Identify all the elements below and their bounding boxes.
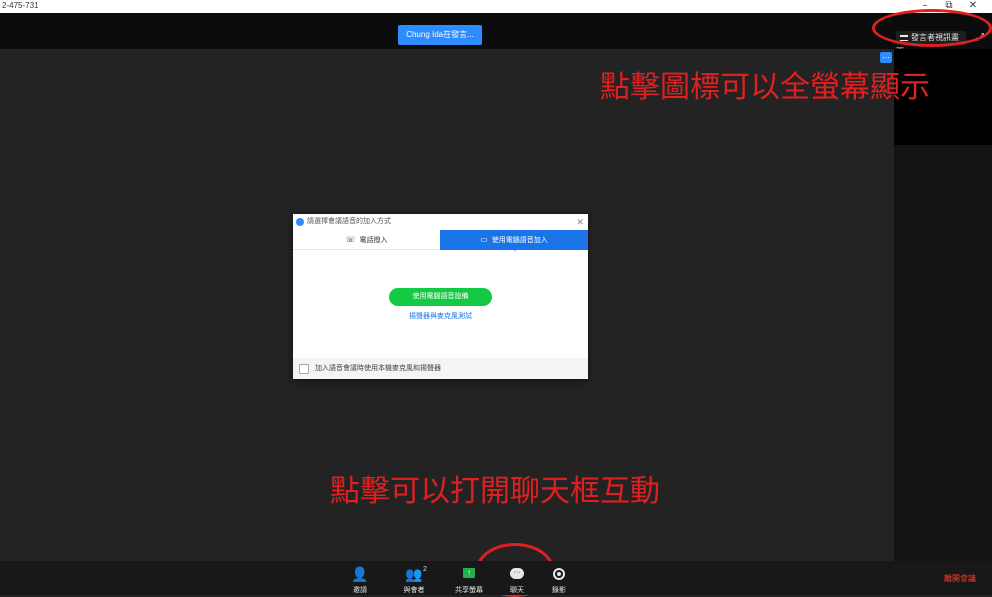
participant-count: 2 xyxy=(423,566,427,573)
chat-label: 聊天 xyxy=(510,587,524,594)
close-icon[interactable]: ✕ xyxy=(966,0,980,13)
invite-button[interactable]: 👤 邀請 xyxy=(343,561,377,595)
invite-label: 邀請 xyxy=(353,587,367,594)
share-screen-button[interactable]: ↑ 共享螢幕 xyxy=(452,561,486,595)
auto-join-audio-label: 加入語音會議時使用本機麥克風和揚聲器 xyxy=(315,365,441,372)
chat-icon: ··· xyxy=(510,568,524,579)
share-screen-icon: ↑ xyxy=(463,568,475,578)
dialog-close-icon[interactable]: ✕ xyxy=(576,214,584,230)
dialog-title: 請選擇會議語音的加入方式 xyxy=(307,218,391,225)
tab-phone-call[interactable]: ☏ 電話撥入 xyxy=(293,230,440,250)
leave-meeting-button[interactable]: 離開會議 xyxy=(944,573,976,584)
chat-hint-annotation: 點擊可以打開聊天框互動 xyxy=(330,474,660,509)
tab-computer-label: 使用電腦語音加入 xyxy=(491,237,548,244)
share-screen-label: 共享螢幕 xyxy=(455,587,483,594)
meeting-toolbar: 👤 邀請 👥 2 與會者 ↑ 共享螢幕 ··· 聊天 錄影 離開會議 xyxy=(0,561,992,595)
chat-button[interactable]: ··· 聊天 xyxy=(500,561,534,595)
participants-label: 與會者 xyxy=(403,587,425,594)
record-icon xyxy=(553,568,565,580)
tab-phone-label: 電話撥入 xyxy=(359,237,388,244)
join-computer-audio-button[interactable]: 使用電腦語音設備 xyxy=(389,288,492,306)
meeting-top-bar: Chung Ida在發言... 發言者視訊畫面 ⤢ xyxy=(0,13,992,56)
participants-button[interactable]: 👥 2 與會者 xyxy=(397,561,431,595)
dialog-footer: 加入語音會議時使用本機麥克風和揚聲器 xyxy=(293,358,588,379)
video-panel-lower xyxy=(894,145,992,561)
record-label: 錄影 xyxy=(552,587,566,594)
invite-icon: 👤 xyxy=(351,566,369,582)
test-speaker-mic-link[interactable]: 揚聲器與麥克風測試 xyxy=(293,311,588,321)
meeting-id: 2-475-731 xyxy=(2,1,39,10)
join-audio-dialog: 請選擇會議語音的加入方式 ✕ ☏ 電話撥入 ▭ 使用電腦語音加入 使用電腦語音設備 … xyxy=(293,214,588,379)
auto-join-audio-checkbox[interactable] xyxy=(299,364,309,374)
window-title-bar: 2-475-731 – ⧉ ✕ xyxy=(0,0,992,13)
active-tab-pointer xyxy=(511,247,519,251)
zoom-logo-icon xyxy=(296,218,304,226)
view-button-highlight-circle xyxy=(872,9,992,47)
laptop-icon: ▭ xyxy=(480,235,488,244)
phone-icon: ☏ xyxy=(345,235,356,244)
dialog-title-bar: 請選擇會議語音的加入方式 ✕ xyxy=(293,214,588,230)
active-speaker-badge: Chung Ida在發言... xyxy=(398,25,482,45)
fullscreen-hint-annotation: 點擊圖標可以全螢幕顯示 xyxy=(600,70,930,105)
record-button[interactable]: 錄影 xyxy=(542,561,576,595)
